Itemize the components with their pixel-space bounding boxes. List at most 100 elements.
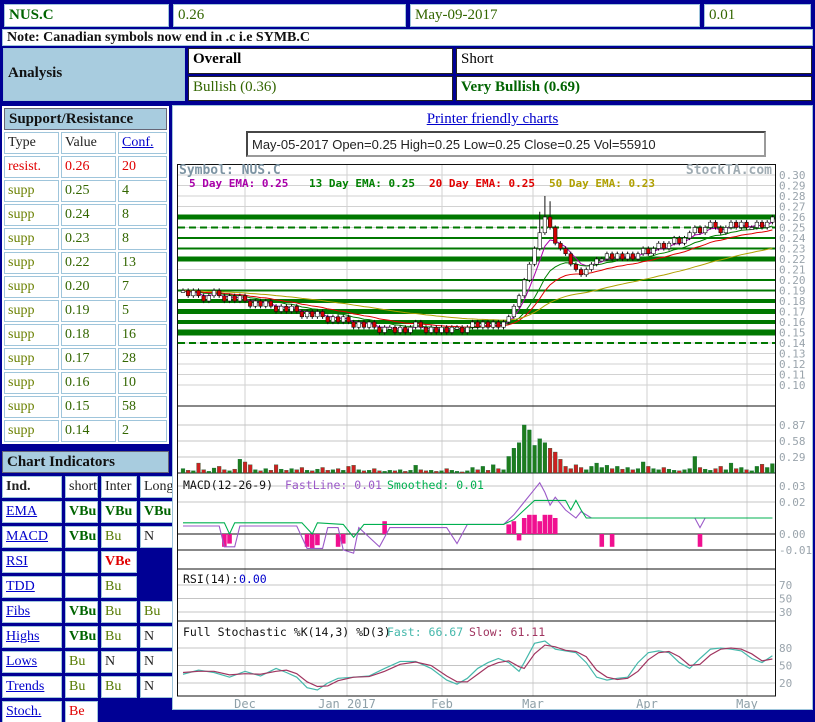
sr-value: 0.20 (61, 276, 116, 298)
svg-text:RSI(14):: RSI(14): (183, 572, 238, 586)
indicator-signal: VBu (101, 501, 137, 523)
indicator-signal (65, 576, 98, 598)
support-resistance-panel: Support/Resistance TypeValueConf.resist.… (2, 106, 169, 444)
indicator-signal: VBu (65, 601, 98, 623)
sr-conf: 16 (118, 324, 167, 346)
indicator-signal: Bu (65, 651, 98, 673)
sr-conf: 4 (118, 180, 167, 202)
indicator-link-fibs[interactable]: Fibs (2, 601, 62, 623)
indicator-link-highs[interactable]: Highs (2, 626, 62, 648)
sr-conf: 5 (118, 300, 167, 322)
sr-header-type: Type (4, 132, 59, 154)
chart-section: Printer friendly charts Symbol: NUS.CSto… (172, 105, 813, 710)
price-field[interactable]: 0.26 (173, 4, 406, 27)
conf-link[interactable]: Conf. (122, 135, 154, 150)
sr-value: 0.16 (61, 372, 116, 394)
svg-text:30: 30 (779, 606, 792, 619)
sr-type: supp (4, 204, 59, 226)
indicator-signal: Bu (101, 526, 137, 548)
svg-text:MACD(12-26-9): MACD(12-26-9) (183, 478, 273, 492)
support-resistance-title: Support/Resistance (4, 108, 167, 130)
svg-text:Dec: Dec (234, 697, 256, 709)
svg-text:StockTA.com: StockTA.com (686, 163, 772, 178)
analysis-short-value: Very Bullish (0.69) (456, 76, 812, 101)
svg-text:80: 80 (779, 642, 792, 655)
svg-text:Smoothed: 0.01: Smoothed: 0.01 (387, 478, 484, 492)
sr-value: 0.26 (61, 156, 116, 178)
svg-text:50: 50 (779, 593, 792, 606)
ind-header-inter: Inter (101, 476, 137, 498)
indicator-signal: VBu (65, 626, 98, 648)
printer-friendly-charts-link[interactable]: Printer friendly charts (427, 111, 559, 127)
svg-text:-0.01: -0.01 (779, 544, 812, 557)
indicator-link-macd[interactable]: MACD (2, 526, 62, 548)
sr-value: 0.23 (61, 228, 116, 250)
indicator-link-lows[interactable]: Lows (2, 651, 62, 673)
sr-value: 0.17 (61, 348, 116, 370)
ind-header-ind: Ind. (2, 476, 62, 498)
svg-text:Feb: Feb (431, 697, 453, 709)
svg-text:0.02: 0.02 (779, 496, 806, 509)
chart-indicators-title: Chart Indicators (2, 451, 169, 473)
sr-conf: 13 (118, 252, 167, 274)
sr-type: supp (4, 396, 59, 418)
sr-value: 0.24 (61, 204, 116, 226)
svg-text:70: 70 (779, 579, 792, 592)
sr-conf: 7 (118, 276, 167, 298)
indicator-signal: Be (65, 701, 98, 722)
printer-friendly-charts-row: Printer friendly charts (173, 111, 812, 128)
indicator-link-trends[interactable]: Trends (2, 676, 62, 698)
analysis-overall-header: Overall (188, 48, 453, 74)
indicator-link[interactable]: Stoch. (6, 704, 41, 719)
indicator-link-tdd[interactable]: TDD (2, 576, 62, 598)
sr-value: 0.18 (61, 324, 116, 346)
sr-value: 0.14 (61, 420, 116, 442)
svg-text:0.10: 0.10 (779, 379, 806, 392)
analysis-label: Analysis (3, 48, 185, 101)
sr-value: 0.25 (61, 180, 116, 202)
indicator-link[interactable]: EMA (6, 504, 37, 519)
svg-text:Jan 2017: Jan 2017 (318, 697, 376, 709)
indicator-link-rsi[interactable]: RSI (2, 551, 62, 573)
indicator-link[interactable]: Lows (6, 654, 37, 669)
indicator-link[interactable]: TDD (6, 579, 35, 594)
svg-text:0.03: 0.03 (779, 480, 806, 493)
sr-header-conf[interactable]: Conf. (118, 132, 167, 154)
indicator-link-stoch[interactable]: Stoch. (2, 701, 62, 722)
indicator-signal: VBe (101, 551, 137, 573)
sr-type: resist. (4, 156, 59, 178)
ohlc-readout-input[interactable] (246, 131, 766, 157)
svg-text:Mar: Mar (522, 697, 544, 709)
svg-text:May: May (736, 697, 758, 709)
svg-text:0.29 M: 0.29 M (779, 451, 812, 464)
indicator-signal: VBu (65, 501, 98, 523)
indicator-link[interactable]: MACD (6, 529, 48, 544)
sr-conf: 58 (118, 396, 167, 418)
indicator-link[interactable]: Fibs (6, 604, 30, 619)
stock-chart: Symbol: NUS.CStockTA.com5 Day EMA: 0.251… (175, 159, 812, 709)
svg-text:FastLine: 0.01: FastLine: 0.01 (285, 478, 382, 492)
chart-indicators-table: Ind.shortInterLongEMAVBuVBuVBuMACDVBuBuN… (2, 476, 169, 722)
indicator-link-ema[interactable]: EMA (2, 501, 62, 523)
date-field[interactable]: May-09-2017 (410, 4, 700, 27)
svg-text:0.00: 0.00 (779, 528, 806, 541)
sr-value: 0.22 (61, 252, 116, 274)
indicator-signal (65, 551, 98, 573)
symbol-field[interactable]: NUS.C (4, 4, 169, 27)
sr-type: supp (4, 300, 59, 322)
svg-text:0.00: 0.00 (239, 572, 267, 586)
sr-conf: 28 (118, 348, 167, 370)
svg-text:Apr: Apr (636, 697, 658, 709)
change-field[interactable]: 0.01 (704, 4, 811, 27)
svg-text:0.87 M: 0.87 M (779, 419, 812, 432)
indicator-link[interactable]: RSI (6, 554, 28, 569)
stockta-page: NUS.C 0.26 May-09-2017 0.01 Note: Canadi… (0, 0, 815, 722)
analysis-overall-value: Bullish (0.36) (188, 76, 453, 101)
canadian-symbols-note: Note: Canadian symbols now end in .c i.e… (2, 29, 813, 46)
sr-type: supp (4, 348, 59, 370)
indicator-link[interactable]: Highs (6, 629, 39, 644)
indicator-link[interactable]: Trends (6, 679, 44, 694)
support-resistance-table: TypeValueConf.resist.0.2620supp0.254supp… (4, 132, 167, 442)
indicator-signal: N (101, 651, 137, 673)
svg-text:13 Day EMA: 0.25: 13 Day EMA: 0.25 (309, 177, 415, 190)
